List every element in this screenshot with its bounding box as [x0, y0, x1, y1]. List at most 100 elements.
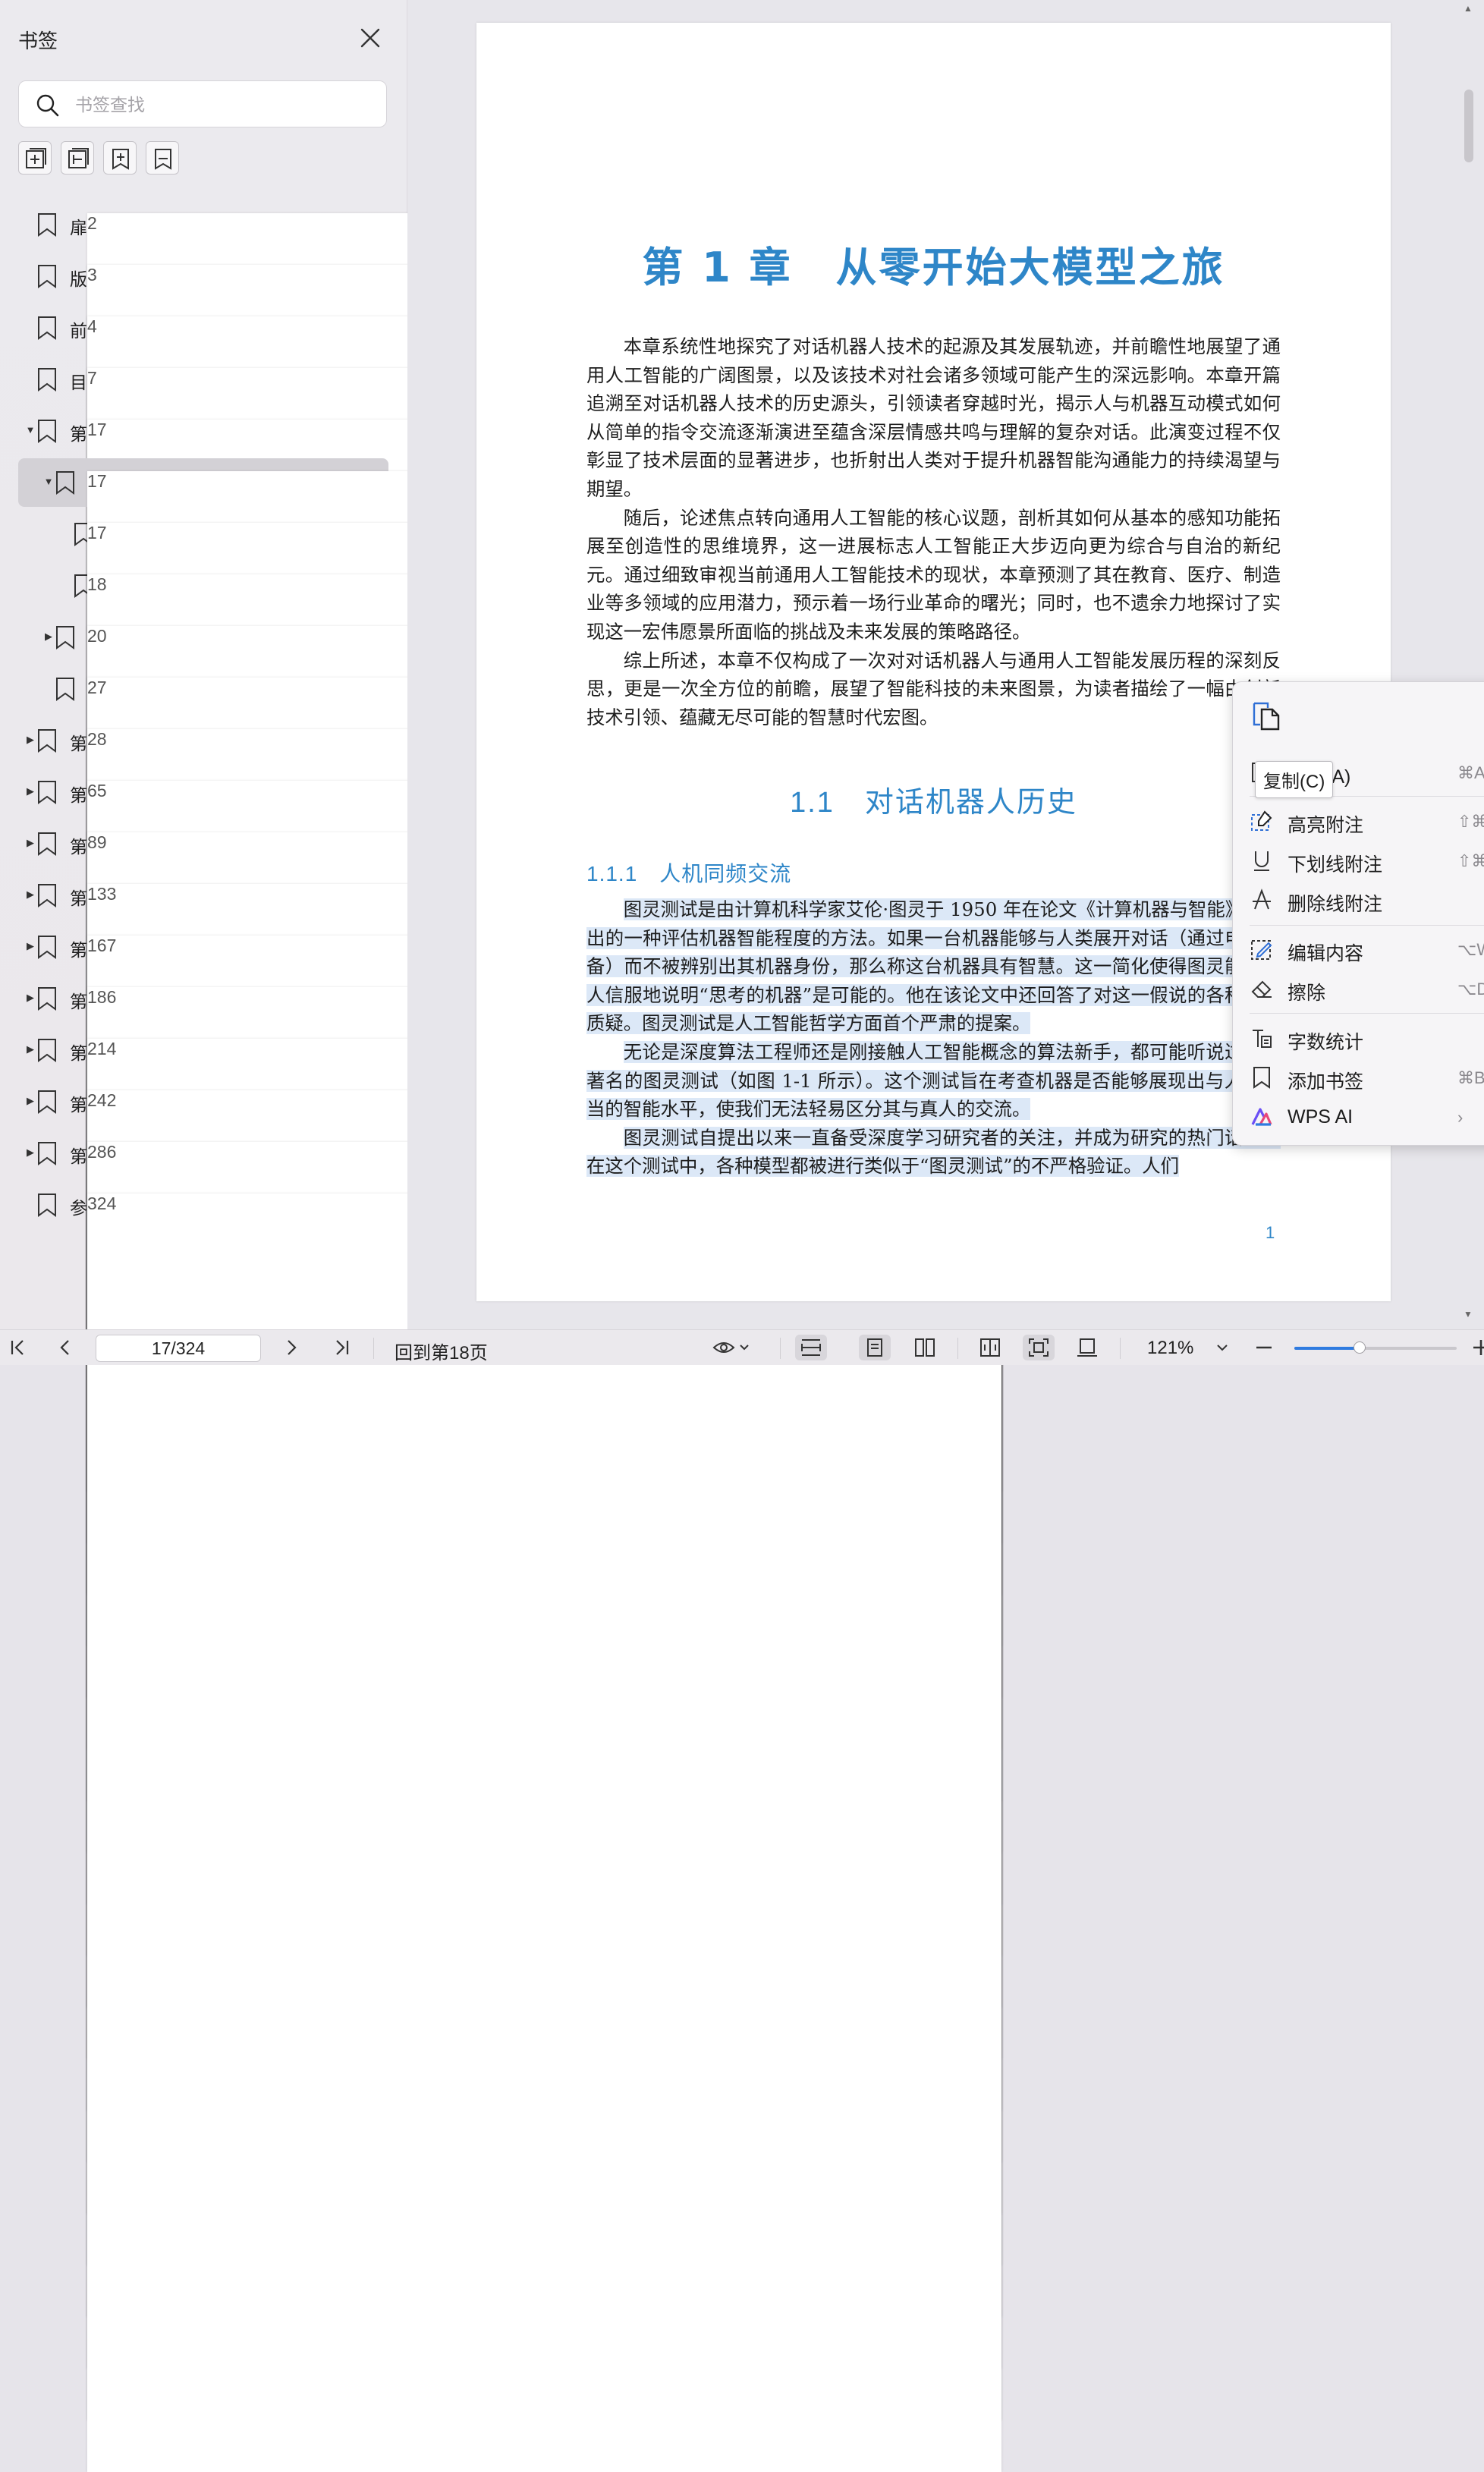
bookmark-item[interactable]: 前言4: [18, 303, 1001, 1595]
caret-down-icon[interactable]: ▼: [24, 424, 36, 436]
bookmark-item[interactable]: ▼第1章 从零开始大模型之旅17: [18, 407, 1001, 1698]
bookmark-item[interactable]: 1.1.2 人机对话发展历史18: [18, 561, 1001, 1853]
menu-item-add-bookmark[interactable]: 添加书签 ⌘B: [1233, 1059, 1484, 1096]
bookmark-item[interactable]: ▶第10章 实战：垂直领域大模型286: [18, 1129, 1001, 2420]
menu-item-highlight[interactable]: 高亮附注 ⇧⌘H: [1233, 803, 1484, 839]
rotate-icon[interactable]: [1071, 1335, 1103, 1360]
caret-right-icon[interactable]: ▶: [24, 940, 36, 952]
chapter-intro: 本章系统性地探究了对话机器人技术的起源及其发展轨迹，并前瞻性地展望了通用人工智能…: [586, 332, 1281, 731]
zoom-in-icon[interactable]: [1467, 1335, 1484, 1360]
add-bookmark-icon: [1250, 1065, 1274, 1090]
bookmark-item[interactable]: ▶第3章 大模型理论基础65: [18, 768, 1001, 2059]
body-paragraph[interactable]: 本章系统性地探究了对话机器人技术的起源及其发展轨迹，并前瞻性地展望了通用人工智能…: [586, 332, 1281, 504]
caret-right-icon[interactable]: ▶: [24, 785, 36, 797]
menu-item-word-count[interactable]: 字数统计: [1233, 1020, 1484, 1056]
bookmark-item[interactable]: ▶第5章 高效微调方法133: [18, 871, 1001, 2162]
bookmark-item[interactable]: ▶第6章 LoRA微调GLM-4实战167: [18, 923, 1001, 2214]
remove-bookmark-icon[interactable]: [61, 141, 94, 175]
bookmark-icon: [36, 780, 58, 804]
close-icon[interactable]: [358, 26, 382, 50]
bookmark-item[interactable]: ▶1.2 人工智能20: [18, 613, 1001, 1904]
strikethrough-icon: [1250, 888, 1274, 912]
status-bar: 回到第18页 121%: [0, 1329, 1484, 1365]
zoom-level[interactable]: 121%: [1147, 1338, 1193, 1359]
bookmark-search[interactable]: [18, 80, 387, 127]
fit-width-icon[interactable]: [795, 1335, 827, 1360]
bookmark-icon: [55, 470, 76, 495]
menu-item-erase[interactable]: 擦除 ⌥D: [1233, 970, 1484, 1007]
caret-right-icon[interactable]: ▶: [24, 1095, 36, 1107]
single-page-icon[interactable]: [859, 1335, 891, 1360]
bookmark-panel: 书签 扉页2版权页3前言4目录7▼第1章 从零开始大模型之旅17▼1.1 对话机…: [0, 0, 1001, 2472]
prev-page-icon[interactable]: [52, 1335, 79, 1360]
caret-right-icon[interactable]: ▶: [24, 837, 36, 849]
next-page-icon[interactable]: [278, 1335, 305, 1360]
menu-item-underline[interactable]: 下划线附注 ⇧⌘5: [1233, 842, 1484, 879]
bookmark-search-input[interactable]: [74, 89, 373, 121]
zoom-slider-knob[interactable]: [1353, 1341, 1366, 1354]
bookmark-tool-icon[interactable]: [146, 141, 179, 175]
bookmark-icon: [36, 728, 58, 753]
panel-title: 书签: [18, 30, 58, 52]
bookmark-icon: [36, 832, 58, 856]
bookmark-icon: [36, 986, 58, 1011]
context-menu: 全选(A) ⌘A 高亮附注 ⇧⌘H 下划线附注 ⇧⌘5 删除线附注 编辑内容 ⌥…: [1232, 681, 1484, 1146]
page-number-input[interactable]: [96, 1335, 261, 1362]
subsection-title: 1.1.1 人机同频交流: [586, 862, 792, 885]
back-to-page-link[interactable]: 回到第18页: [395, 1338, 488, 1364]
caret-right-icon[interactable]: ▶: [24, 992, 36, 1004]
add-child-bookmark-icon[interactable]: [103, 141, 137, 175]
vertical-scrollbar-thumb[interactable]: [1464, 90, 1473, 162]
bookmark-item[interactable]: ▶第9章 LangChain理论与实战242: [18, 1077, 1001, 2369]
caret-right-icon[interactable]: ▶: [42, 631, 55, 643]
bookmark-icon: [36, 419, 58, 443]
body-paragraph[interactable]: 综上所述，本章不仅构成了一次对对话机器人与通用人工智能发展历程的深刻反思，更是一…: [586, 646, 1281, 732]
bookmark-item[interactable]: 扉页2: [18, 200, 1001, 1492]
bookmark-item[interactable]: ▶第4章 大模型开发工具89: [18, 819, 1001, 2111]
bookmark-item[interactable]: 1.1.1 人机同频交流17: [18, 510, 1001, 1801]
fit-page-icon[interactable]: [1023, 1335, 1055, 1360]
menu-separator: [1250, 925, 1484, 926]
bookmark-item[interactable]: 参考文献324: [18, 1181, 1001, 2472]
bookmark-item[interactable]: ▶第8章 大模型与中间件214: [18, 1026, 1001, 2317]
body-paragraph[interactable]: 随后，论述焦点转向通用人工智能的核心议题，剖析其如何从基本的感知功能拓展至创造性…: [586, 504, 1281, 646]
highlight-icon: [1250, 809, 1274, 833]
dual-page-icon[interactable]: [909, 1335, 941, 1360]
bookmark-item[interactable]: ▼1.1 对话机器人历史17: [18, 458, 1001, 1750]
menu-item-strikethrough[interactable]: 删除线附注: [1233, 882, 1484, 918]
eye-icon[interactable]: [709, 1335, 756, 1360]
book-view-icon[interactable]: [974, 1335, 1006, 1360]
selected-paragraph[interactable]: 图灵测试是由计算机科学家艾伦·图灵于 1950 年在论文《计算机器与智能》中提出…: [586, 898, 1281, 1035]
selected-paragraph[interactable]: 图灵测试自提出以来一直备受深度学习研究者的关注，并成为研究的热门话题。在这个测试…: [586, 1126, 1281, 1178]
scroll-down-arrow[interactable]: ▼: [1464, 1309, 1473, 1319]
caret-right-icon[interactable]: ▶: [24, 734, 36, 746]
menu-item-wps-ai[interactable]: WPS AI ›: [1233, 1099, 1484, 1135]
bookmark-icon: [55, 677, 76, 701]
add-bookmark-icon[interactable]: [18, 141, 52, 175]
first-page-icon[interactable]: [5, 1335, 32, 1360]
bookmark-item[interactable]: ▶第7章 提示工程入门与实践186: [18, 974, 1001, 2266]
zoom-slider-fill: [1294, 1347, 1360, 1350]
bookmark-item[interactable]: 1.3 本章小结27: [18, 665, 1001, 1956]
selected-text-block[interactable]: 图灵测试是由计算机科学家艾伦·图灵于 1950 年在论文《计算机器与智能》中提出…: [586, 895, 1281, 1181]
bookmark-item[interactable]: ▶第2章 大模型私有化部署28: [18, 716, 1001, 2008]
last-page-icon[interactable]: [328, 1335, 355, 1360]
caret-right-icon[interactable]: ▶: [24, 1146, 36, 1159]
bookmark-icon: [36, 935, 58, 959]
search-icon: [36, 93, 60, 118]
zoom-dropdown-icon[interactable]: [1211, 1335, 1234, 1360]
scroll-up-arrow[interactable]: ▲: [1464, 3, 1473, 14]
caret-down-icon[interactable]: ▼: [42, 476, 55, 488]
copy-icon[interactable]: [1250, 699, 1283, 732]
caret-right-icon[interactable]: ▶: [24, 1043, 36, 1055]
bookmark-item[interactable]: 版权页3: [18, 252, 1001, 1543]
divider: [780, 1338, 781, 1359]
caret-right-icon[interactable]: ▶: [24, 888, 36, 901]
zoom-slider[interactable]: [1294, 1341, 1457, 1354]
menu-item-edit-content[interactable]: 编辑内容 ⌥W: [1233, 931, 1484, 967]
bookmark-icon: [55, 625, 76, 649]
selected-paragraph[interactable]: 无论是深度算法工程师还是刚接触人工智能概念的算法新手，都可能听说过这个著名的图灵…: [586, 1040, 1281, 1121]
bookmark-icon: [36, 316, 58, 340]
zoom-out-icon[interactable]: [1250, 1335, 1278, 1360]
bookmark-item[interactable]: 目录7: [18, 355, 1001, 1646]
